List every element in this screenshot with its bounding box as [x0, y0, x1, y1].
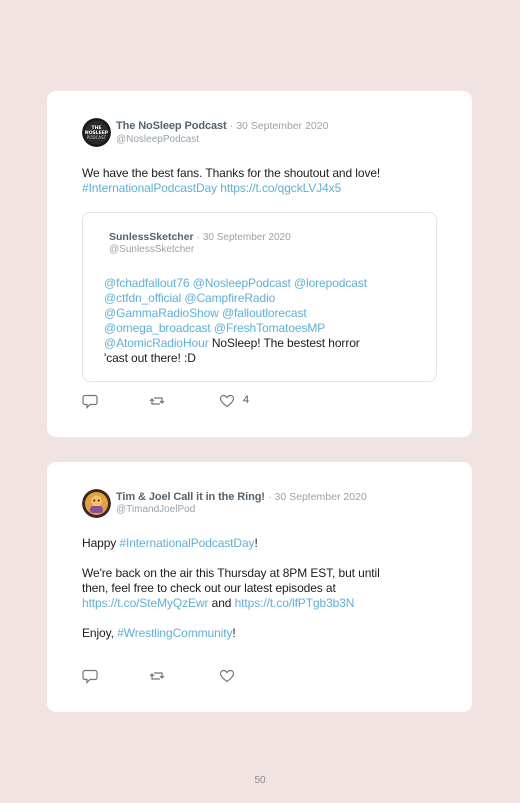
- mentions-line[interactable]: @GammaRadioShow @falloutlorecast: [104, 306, 424, 321]
- tweet-text-line: https://t.co/SteMyQzEwr and https://t.co…: [82, 596, 442, 611]
- tweet-card-timjoel: Tim & Joel Call it in the Ring! · 30 Sep…: [47, 462, 472, 712]
- tweet-text: Happy #InternationalPodcastDay! We're ba…: [82, 536, 442, 641]
- reply-icon[interactable]: [82, 393, 98, 409]
- quoted-handle[interactable]: @SunlessSketcher: [109, 244, 194, 255]
- author-name[interactable]: Tim & Joel Call it in the Ring!: [116, 491, 265, 503]
- tweet-card-nosleep: THE NOSLEEP PODCAST The NoSleep Podcast …: [47, 91, 472, 437]
- text-suffix: !: [232, 626, 236, 640]
- page-number: 50: [254, 775, 266, 786]
- hashtag-link[interactable]: #InternationalPodcastDay: [82, 181, 217, 195]
- separator: ·: [229, 120, 234, 132]
- tweet-author-line: Tim & Joel Call it in the Ring! · 30 Sep…: [116, 491, 367, 503]
- text-and: and: [208, 596, 235, 610]
- heart-icon[interactable]: [219, 668, 235, 684]
- url-link[interactable]: https://t.co/qgckLVJ4x5: [220, 181, 341, 195]
- separator: ·: [196, 232, 200, 243]
- tweet-actions: [82, 668, 282, 684]
- mentions-line[interactable]: @ctfdn_official @CampfireRadio: [104, 291, 424, 306]
- heart-icon[interactable]: [219, 393, 235, 409]
- author-handle[interactable]: @TimandJoelPod: [116, 504, 195, 515]
- tweet-paragraph: Enjoy, #WrestlingCommunity!: [82, 626, 442, 641]
- text-prefix: Enjoy,: [82, 626, 118, 640]
- author-name[interactable]: The NoSleep Podcast: [116, 120, 227, 132]
- quoted-author-line: SunlessSketcher · 30 September 2020: [109, 231, 291, 243]
- tweet-paragraph: Happy #InternationalPodcastDay!: [82, 536, 442, 551]
- text-prefix: Happy: [82, 536, 120, 550]
- tweet-text-line: #InternationalPodcastDay https://t.co/qg…: [82, 181, 442, 196]
- avatar[interactable]: [82, 489, 111, 518]
- retweet-icon[interactable]: [149, 668, 165, 684]
- quoted-text-tail: NoSleep! The bestest horror: [208, 336, 360, 350]
- quoted-date[interactable]: 30 September 2020: [203, 232, 291, 243]
- mentions-line[interactable]: @fchadfallout76 @NosleepPodcast @lorepod…: [104, 276, 424, 291]
- author-handle[interactable]: @NosleepPodcast: [116, 134, 199, 145]
- retweet-icon[interactable]: [149, 393, 165, 409]
- url-link[interactable]: https://t.co/lfPTgb3b3N: [235, 596, 355, 610]
- tweet-text-line: then, feel free to check out our latest …: [82, 581, 336, 595]
- like-count: 4: [243, 394, 250, 406]
- tweet-date[interactable]: 30 September 2020: [236, 120, 328, 132]
- tweet-text-line: We have the best fans. Thanks for the sh…: [82, 166, 381, 180]
- separator: ·: [267, 491, 272, 503]
- svg-text:PODCAST: PODCAST: [87, 135, 107, 140]
- mention-link[interactable]: @AtomicRadioHour: [104, 336, 209, 350]
- mentions-line: @AtomicRadioHour NoSleep! The bestest ho…: [104, 336, 424, 351]
- avatar[interactable]: THE NOSLEEP PODCAST: [82, 118, 111, 147]
- url-link[interactable]: https://t.co/SteMyQzEwr: [82, 596, 209, 610]
- quoted-text: @fchadfallout76 @NosleepPodcast @lorepod…: [104, 276, 424, 366]
- hashtag-link[interactable]: #InternationalPodcastDay: [119, 536, 254, 550]
- text-suffix: !: [254, 536, 258, 550]
- tweet-author-line: The NoSleep Podcast · 30 September 2020: [116, 120, 328, 132]
- tweet-text: We have the best fans. Thanks for the sh…: [82, 166, 442, 196]
- quoted-tweet[interactable]: SunlessSketcher · 30 September 2020 @Sun…: [82, 212, 437, 382]
- tweet-actions: 4: [82, 393, 282, 409]
- mentions-line[interactable]: @omega_broadcast @FreshTomatoesMP: [104, 321, 424, 336]
- hashtag-link[interactable]: #WrestlingCommunity: [117, 626, 232, 640]
- tweet-date[interactable]: 30 September 2020: [275, 491, 367, 503]
- reply-icon[interactable]: [82, 668, 98, 684]
- tweet-text-line: We're back on the air this Thursday at 8…: [82, 566, 380, 580]
- quoted-author-name[interactable]: SunlessSketcher: [109, 231, 194, 243]
- quoted-text-line: 'cast out there! :D: [104, 351, 196, 365]
